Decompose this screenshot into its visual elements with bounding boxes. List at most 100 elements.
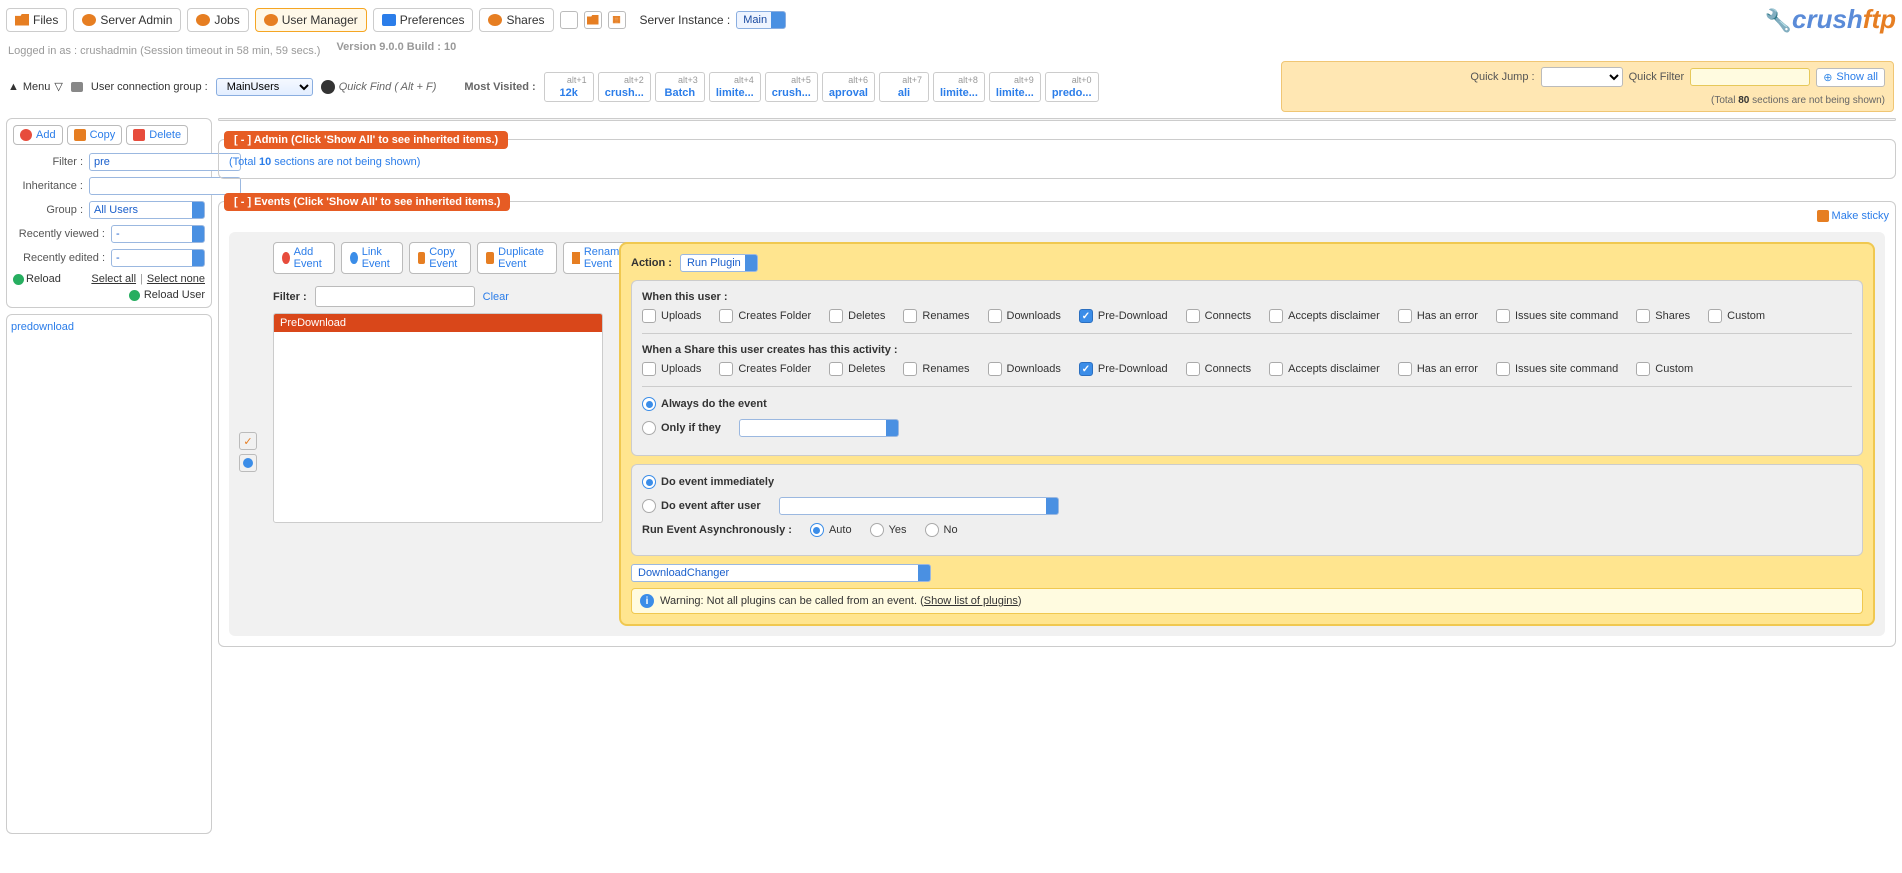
trigger-check-issues-site-command[interactable]: Issues site command [1496,309,1618,323]
checkbox-icon [1269,362,1283,376]
delete-button[interactable]: Delete [126,125,188,145]
trigger-check-has-an-error[interactable]: Has an error [1398,309,1478,323]
mv-item[interactable]: alt+2crush... [598,72,651,102]
copy-event-button[interactable]: Copy Event [409,242,471,274]
tab-files[interactable]: Files [6,8,67,32]
user-list-item[interactable]: predownload [11,321,74,333]
async-yes[interactable]: Yes [870,523,907,537]
admin-section-header[interactable]: [ - ] Admin (Click 'Show All' to see inh… [224,131,508,149]
mv-item[interactable]: alt+9limite... [989,72,1041,102]
group-select[interactable]: All Users [89,201,205,219]
radio-on-icon [642,475,656,489]
user-icon-button[interactable] [239,454,257,472]
trigger-check-custom[interactable]: Custom [1636,362,1693,376]
person-icon [243,458,253,468]
checkbox-icon [719,309,733,323]
trigger-check-custom[interactable]: Custom [1708,309,1765,323]
mv-item[interactable]: alt+6aproval [822,72,875,102]
only-if-they[interactable]: Only if they [642,419,721,437]
folder-icon [15,14,29,26]
select-none-link[interactable]: Select none [147,273,205,285]
only-if-select[interactable] [739,419,899,437]
icon-button-2[interactable] [584,11,602,29]
trigger-check-deletes[interactable]: Deletes [829,309,885,323]
event-list-item[interactable]: PreDownload [274,314,602,332]
do-after-user[interactable]: Do event after user [642,497,761,515]
action-select[interactable]: Run Plugin [680,254,758,272]
user-list: predownload [6,314,212,834]
show-all-button[interactable]: ⊕Show all [1816,68,1885,87]
trigger-check-creates-folder[interactable]: Creates Folder [719,309,811,323]
trigger-check-connects[interactable]: Connects [1186,309,1251,323]
show-plugins-link[interactable]: Show list of plugins [924,595,1018,607]
trigger-check-renames[interactable]: Renames [903,362,969,376]
menu-dropdown[interactable]: ▲ Menu ▽ [8,80,63,93]
event-filter-clear[interactable]: Clear [483,291,509,303]
icon-button-3[interactable]: ▦ [608,11,626,29]
event-list: PreDownload [273,313,603,523]
add-button[interactable]: Add [13,125,63,145]
trigger-check-accepts-disclaimer[interactable]: Accepts disclaimer [1269,362,1380,376]
duplicate-event-button[interactable]: Duplicate Event [477,242,557,274]
events-section-header[interactable]: [ - ] Events (Click 'Show All' to see in… [224,193,510,211]
trigger-check-renames[interactable]: Renames [903,309,969,323]
mv-item[interactable]: alt+4limite... [709,72,761,102]
trigger-check-uploads[interactable]: Uploads [642,309,701,323]
events-container: ✓ Add Event Link Event Copy Event Duplic… [229,232,1885,636]
trigger-check-deletes[interactable]: Deletes [829,362,885,376]
tab-server-admin[interactable]: Server Admin [73,8,181,32]
quick-find[interactable]: Quick Find ( Alt + F) [321,80,437,94]
sidebar: Add Copy Delete Filter : Inheritance : G… [6,118,212,834]
trigger-check-pre-download[interactable]: Pre-Download [1079,362,1168,376]
event-filter-input[interactable] [315,286,475,307]
reload-icon [129,290,140,301]
trigger-check-has-an-error[interactable]: Has an error [1398,362,1478,376]
async-no[interactable]: No [925,523,958,537]
tab-jobs[interactable]: Jobs [187,8,248,32]
tab-preferences[interactable]: Preferences [373,8,474,32]
quick-jump-select[interactable] [1541,67,1623,87]
reload-user-link[interactable]: Reload User [144,289,205,301]
copy-button[interactable]: Copy [67,125,123,145]
quick-filter-input[interactable] [1690,68,1810,86]
trigger-check-accepts-disclaimer[interactable]: Accepts disclaimer [1269,309,1380,323]
ucg-select[interactable]: MainUsers [216,78,313,96]
reload-link[interactable]: Reload [13,273,61,285]
mv-item[interactable]: alt+8limite... [933,72,985,102]
recently-edited-select[interactable]: - [111,249,205,267]
make-sticky-link[interactable]: Make sticky [1817,210,1889,222]
mv-item[interactable]: alt+7ali [879,72,929,102]
tab-shares[interactable]: Shares [479,8,553,32]
select-all-link[interactable]: Select all [91,273,136,285]
recently-viewed-select[interactable]: - [111,225,205,243]
when-user-label: When this user : [642,291,1852,303]
trigger-check-downloads[interactable]: Downloads [988,362,1061,376]
do-after-select[interactable] [779,497,1059,515]
trigger-check-creates-folder[interactable]: Creates Folder [719,362,811,376]
trigger-check-connects[interactable]: Connects [1186,362,1251,376]
qj-note: (Total 80 sections are not being shown) [1290,95,1885,106]
trigger-check-shares[interactable]: Shares [1636,309,1690,323]
link-event-button[interactable]: Link Event [341,242,403,274]
check-all-button[interactable]: ✓ [239,432,257,450]
server-instance-select[interactable]: Main [736,11,786,29]
do-immediately[interactable]: Do event immediately [642,475,774,489]
mv-item[interactable]: alt+3Batch [655,72,705,102]
mv-label: Most Visited : [464,81,535,93]
trigger-check-downloads[interactable]: Downloads [988,309,1061,323]
trigger-check-pre-download[interactable]: Pre-Download [1079,309,1168,323]
mv-item[interactable]: alt+0predo... [1045,72,1099,102]
trigger-check-issues-site-command[interactable]: Issues site command [1496,362,1618,376]
plugin-select[interactable]: DownloadChanger [631,564,931,582]
mv-item[interactable]: alt+112k [544,72,594,102]
trigger-check-uploads[interactable]: Uploads [642,362,701,376]
icon-button-1[interactable] [560,11,578,29]
user-icon [264,14,278,26]
always-do-event[interactable]: Always do the event [642,397,767,411]
event-detail-panel: Action : Run Plugin When this user : Upl… [619,242,1875,626]
mv-item[interactable]: alt+5crush... [765,72,818,102]
add-event-button[interactable]: Add Event [273,242,335,274]
tab-user-manager[interactable]: User Manager [255,8,367,32]
async-auto[interactable]: Auto [810,523,852,537]
checkbox-icon [1186,362,1200,376]
